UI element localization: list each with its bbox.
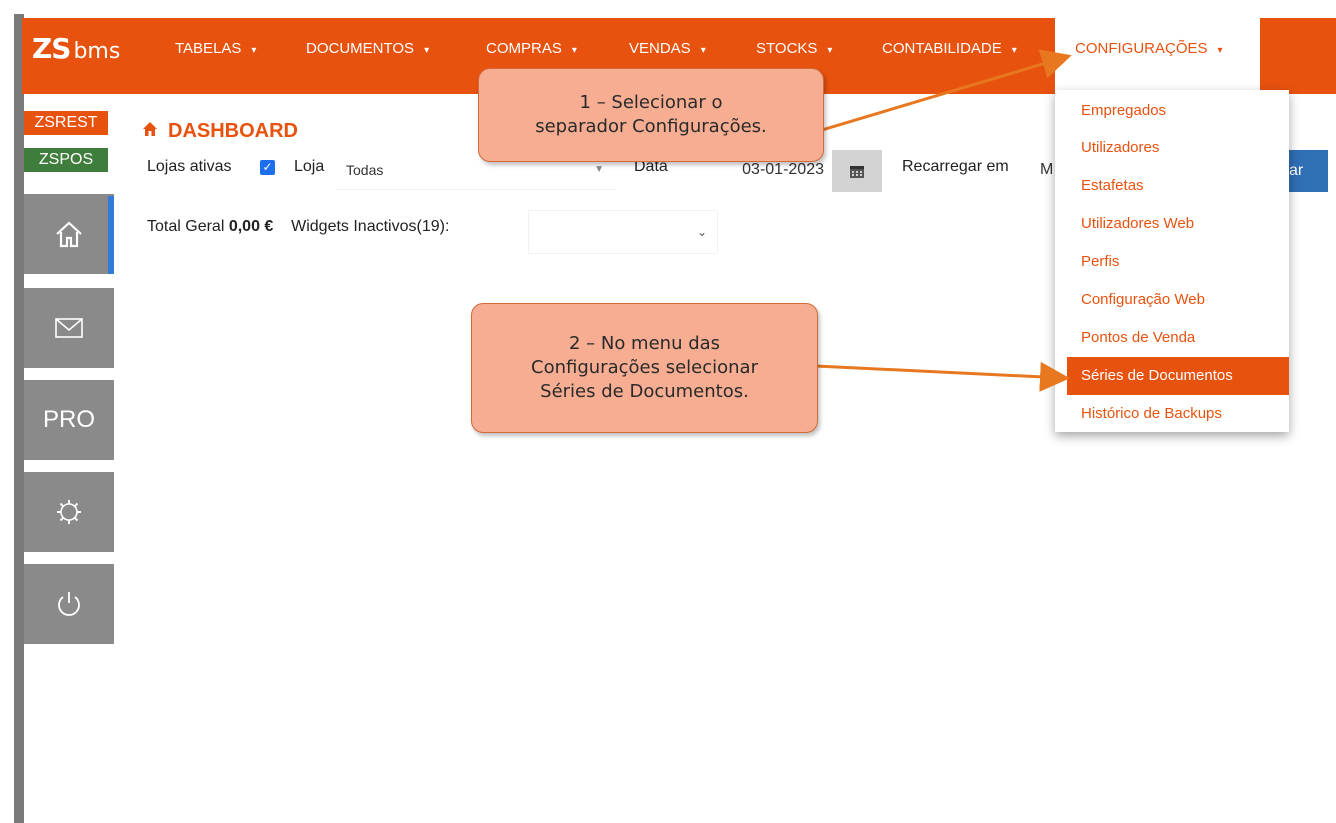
lojas-ativas-label: Lojas ativas — [147, 158, 232, 175]
callout-1-line-1: 1 – Selecionar o — [579, 92, 723, 113]
nav-item-contabilidade[interactable]: CONTABILIDADE ▾ — [882, 40, 1017, 57]
callout-step-2: 2 – No menu das Configurações selecionar… — [471, 303, 818, 433]
nav-item-label: TABELAS — [175, 40, 242, 57]
callout-2-line-2: Configurações selecionar — [531, 357, 758, 378]
caret-down-icon: ▾ — [1217, 45, 1223, 56]
nav-item-label: CONTABILIDADE — [882, 40, 1002, 57]
page-title: DASHBOARD — [142, 120, 298, 143]
menu-item-historico-de-backups[interactable]: Histórico de Backups — [1055, 395, 1289, 433]
loja-label: Loja — [294, 158, 325, 175]
menu-item-perfis[interactable]: Perfis — [1055, 243, 1289, 281]
menu-item-pontos-de-venda[interactable]: Pontos de Venda — [1055, 319, 1289, 357]
badge-zspos[interactable]: ZSPOS — [24, 148, 108, 172]
nav-item-label: VENDAS — [629, 40, 691, 57]
widgets-inactivos-select[interactable]: ⌄ — [528, 210, 718, 254]
nav-item-label: COMPRAS — [486, 40, 562, 57]
loja-select-value: Todas — [346, 162, 384, 178]
nav-item-stocks[interactable]: STOCKS ▾ — [756, 40, 832, 57]
gear-icon — [57, 500, 81, 524]
callout-2-line-1: 2 – No menu das — [568, 333, 721, 354]
menu-item-series-de-documentos[interactable]: Séries de Documentos — [1067, 357, 1289, 395]
total-geral-label: Total Geral — [147, 218, 225, 235]
nav-item-label: DOCUMENTOS — [306, 40, 415, 57]
caret-down-icon: ▾ — [571, 45, 577, 56]
sidebar-home-button[interactable] — [24, 194, 114, 274]
logo-zs: ZS — [32, 32, 71, 65]
home-icon — [56, 221, 82, 248]
nav-item-vendas[interactable]: VENDAS ▾ — [629, 40, 706, 57]
caret-down-icon: ▾ — [827, 45, 833, 56]
badge-zsrest[interactable]: ZSREST — [24, 111, 108, 135]
nav-item-label: STOCKS — [756, 40, 818, 57]
recarregar-label: Recarregar em — [902, 158, 1009, 175]
callout-2-line-3: Séries de Documentos. — [540, 381, 749, 402]
nav-item-label: CONFIGURAÇÕES — [1075, 40, 1208, 57]
total-geral-value: 0,00 € — [228, 218, 274, 235]
callout-2-arrow — [815, 361, 1070, 392]
primary-button[interactable]: ar — [1285, 150, 1328, 192]
nav-item-tabelas[interactable]: TABELAS ▾ — [175, 40, 256, 57]
screenshot-frame: ZS bms TABELAS ▾ DOCUMENTOS ▾ COMPRAS ▾ VEN… — [0, 0, 1336, 823]
callout-1-line-2: separador Configurações. — [535, 116, 767, 137]
sidebar-pro-button[interactable]: PRO — [24, 380, 114, 460]
outer-margin — [0, 0, 14, 823]
configuracoes-dropdown-menu: Empregados Utilizadores Estafetas Utiliz… — [1055, 90, 1289, 432]
pro-label: PRO — [42, 406, 95, 433]
menu-item-utilizadores[interactable]: Utilizadores — [1055, 129, 1289, 167]
nav-item-compras[interactable]: COMPRAS ▾ — [486, 40, 577, 57]
app-logo[interactable]: ZS bms — [32, 32, 120, 65]
calendar-button[interactable] — [832, 150, 882, 192]
logo-bms: bms — [73, 39, 121, 64]
active-indicator — [108, 196, 114, 274]
nav-item-configuracoes-label[interactable]: CONFIGURAÇÕES ▾ — [1075, 40, 1223, 57]
caret-down-icon: ▾ — [424, 45, 430, 56]
sidebar-mail-button[interactable] — [24, 288, 114, 368]
mail-icon — [55, 318, 83, 338]
caret-down-icon: ▾ — [1011, 45, 1017, 56]
nav-item-documentos[interactable]: DOCUMENTOS ▾ — [306, 40, 429, 57]
power-icon — [58, 592, 80, 616]
sidebar-settings-button[interactable] — [24, 472, 114, 552]
widgets-label: Widgets Inactivos(19): — [291, 218, 450, 235]
menu-item-utilizadores-web[interactable]: Utilizadores Web — [1055, 205, 1289, 243]
menu-item-estafetas[interactable]: Estafetas — [1055, 167, 1289, 205]
chevron-down-icon: ⌄ — [696, 225, 707, 239]
home-icon — [142, 121, 158, 142]
menu-item-empregados[interactable]: Empregados — [1055, 92, 1289, 130]
lojas-ativas-checkbox[interactable]: ✓ — [260, 160, 275, 175]
caret-down-icon: ▾ — [251, 45, 257, 56]
top-margin — [14, 0, 1336, 18]
window-left-border — [14, 14, 24, 823]
caret-down-icon: ▾ — [700, 45, 706, 56]
calendar-icon — [850, 166, 864, 178]
sidebar-logout-button[interactable] — [24, 564, 114, 644]
callout-step-1: 1 – Selecionar o separador Configurações… — [478, 68, 824, 162]
page-title-text: DASHBOARD — [168, 120, 298, 142]
totals-row: Total Geral 0,00 € Widgets Inactivos(19)… — [147, 218, 449, 236]
menu-item-configuracao-web[interactable]: Configuração Web — [1055, 281, 1289, 319]
